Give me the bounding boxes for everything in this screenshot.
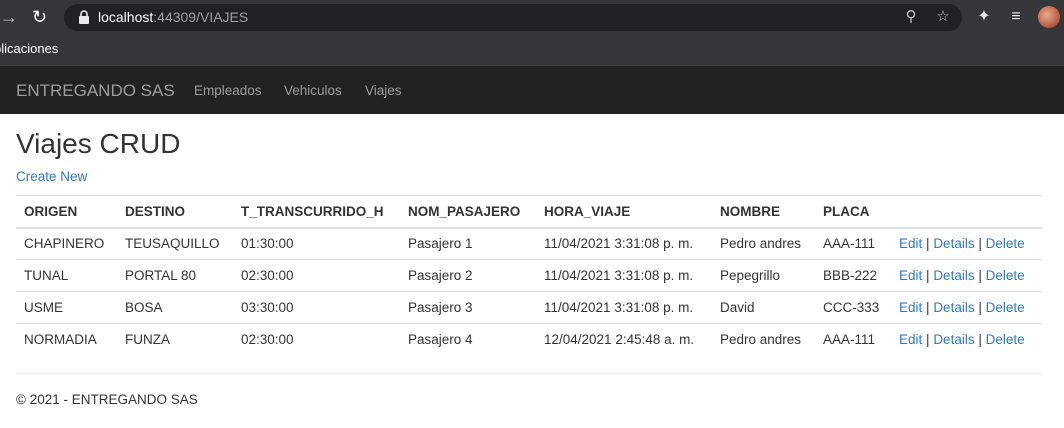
cell-destino: PORTAL 80: [117, 259, 233, 292]
site-navbar: ENTREGANDO SAS Empleados Vehiculos Viaje…: [0, 66, 1064, 114]
action-separator: |: [978, 332, 982, 348]
cell-nombre: Pedro andres: [712, 323, 815, 356]
cell-actions: Edit | Details | Delete: [891, 323, 1042, 356]
cell-hora-viaje: 11/04/2021 3:31:08 p. m.: [536, 259, 712, 292]
edit-link[interactable]: Edit: [899, 268, 922, 283]
cell-nombre: Pedro andres: [712, 227, 815, 260]
table-row: USME BOSA 03:30:00 Pasajero 3 11/04/2021…: [16, 291, 1042, 324]
table-row: TUNAL PORTAL 80 02:30:00 Pasajero 2 11/0…: [16, 259, 1042, 292]
cell-nombre: David: [712, 291, 815, 324]
cell-actions: Edit | Details | Delete: [891, 259, 1042, 292]
delete-link[interactable]: Delete: [986, 268, 1025, 283]
action-separator: |: [926, 300, 930, 315]
cell-hora-viaje: 11/04/2021 3:31:08 p. m.: [536, 291, 712, 324]
cell-t-transcurrido: 02:30:00: [233, 259, 400, 292]
cell-placa: AAA-111: [815, 323, 891, 356]
viajes-table: ORIGEN DESTINO T_TRANSCURRIDO_H NOM_PASA…: [16, 195, 1042, 356]
table-header-row: ORIGEN DESTINO T_TRANSCURRIDO_H NOM_PASA…: [16, 195, 1042, 229]
media-icon[interactable]: ≡: [1006, 7, 1026, 27]
cell-placa: AAA-111: [815, 227, 891, 260]
footer-text: © 2021 - ENTREGANDO SAS: [16, 392, 198, 407]
header-t-transcurrido: T_TRANSCURRIDO_H: [233, 195, 400, 229]
delete-link[interactable]: Delete: [986, 332, 1025, 347]
cell-origen: CHAPINERO: [16, 227, 117, 260]
delete-link[interactable]: Delete: [986, 300, 1025, 315]
cell-t-transcurrido: 03:30:00: [233, 291, 400, 324]
table-row: CHAPINERO TEUSAQUILLO 01:30:00 Pasajero …: [16, 227, 1042, 260]
details-link[interactable]: Details: [933, 268, 974, 283]
cell-destino: BOSA: [117, 291, 233, 324]
nav-viajes[interactable]: Viajes: [365, 83, 402, 98]
details-link[interactable]: Details: [933, 300, 974, 315]
cell-nom-pasajero: Pasajero 4: [400, 323, 536, 356]
nav-empleados[interactable]: Empleados: [194, 83, 262, 98]
edit-link[interactable]: Edit: [899, 300, 922, 315]
cell-destino: FUNZA: [117, 323, 233, 356]
cell-destino: TEUSAQUILLO: [117, 227, 233, 260]
cell-nom-pasajero: Pasajero 3: [400, 291, 536, 324]
action-separator: |: [978, 268, 982, 283]
details-link[interactable]: Details: [933, 236, 974, 251]
cell-actions: Edit | Details | Delete: [891, 291, 1042, 324]
bookmarks-bar: plicaciones: [0, 35, 1064, 66]
edit-link[interactable]: Edit: [899, 332, 922, 347]
details-link[interactable]: Details: [933, 332, 974, 347]
brand-link[interactable]: ENTREGANDO SAS: [16, 81, 175, 101]
header-destino: DESTINO: [117, 195, 233, 229]
cell-origen: TUNAL: [16, 259, 117, 292]
lock-icon: [79, 10, 89, 24]
header-nom-pasajero: NOM_PASAJERO: [400, 195, 536, 229]
cell-hora-viaje: 12/04/2021 2:45:48 a. m.: [536, 323, 712, 356]
cell-origen: NORMADIA: [16, 323, 117, 356]
url-text: localhost:44309/VIAJES: [98, 9, 249, 25]
cell-hora-viaje: 11/04/2021 3:31:08 p. m.: [536, 227, 712, 260]
nav-vehiculos[interactable]: Vehiculos: [284, 83, 342, 98]
header-actions: [891, 195, 1042, 229]
page-title: Viajes CRUD: [16, 128, 181, 159]
action-separator: |: [926, 268, 930, 283]
address-bar[interactable]: localhost:44309/VIAJES ⚲ ☆: [64, 4, 962, 31]
action-separator: |: [978, 300, 982, 315]
star-icon[interactable]: ☆: [934, 8, 952, 26]
browser-toolbar: → ↻ localhost:44309/VIAJES ⚲ ☆ ✦ ≡: [0, 0, 1064, 35]
table-row: NORMADIA FUNZA 02:30:00 Pasajero 4 12/04…: [16, 323, 1042, 356]
header-nombre: NOMBRE: [712, 195, 815, 229]
reload-icon[interactable]: ↻: [32, 6, 54, 28]
cell-placa: BBB-222: [815, 259, 891, 292]
cell-nom-pasajero: Pasajero 2: [400, 259, 536, 292]
cell-nombre: Pepegrillo: [712, 259, 815, 292]
cell-origen: USME: [16, 291, 117, 324]
cell-t-transcurrido: 02:30:00: [233, 323, 400, 356]
create-new-link[interactable]: Create New: [16, 169, 87, 184]
cell-actions: Edit | Details | Delete: [891, 227, 1042, 260]
action-separator: |: [926, 332, 930, 348]
action-separator: |: [926, 236, 930, 252]
header-hora-viaje: HORA_VIAJE: [536, 195, 712, 229]
cell-nom-pasajero: Pasajero 1: [400, 227, 536, 260]
profile-avatar[interactable]: [1038, 6, 1060, 28]
header-placa: PLACA: [815, 195, 891, 229]
edit-link[interactable]: Edit: [899, 236, 922, 251]
delete-link[interactable]: Delete: [986, 236, 1025, 251]
bookmark-apps[interactable]: plicaciones: [0, 41, 58, 56]
forward-icon[interactable]: →: [0, 6, 22, 28]
action-separator: |: [978, 236, 982, 252]
cell-t-transcurrido: 01:30:00: [233, 227, 400, 260]
header-origen: ORIGEN: [16, 195, 117, 229]
cell-placa: CCC-333: [815, 291, 891, 324]
zoom-icon[interactable]: ⚲: [902, 8, 920, 26]
footer-divider: [16, 373, 1042, 374]
extensions-icon[interactable]: ✦: [974, 7, 994, 27]
